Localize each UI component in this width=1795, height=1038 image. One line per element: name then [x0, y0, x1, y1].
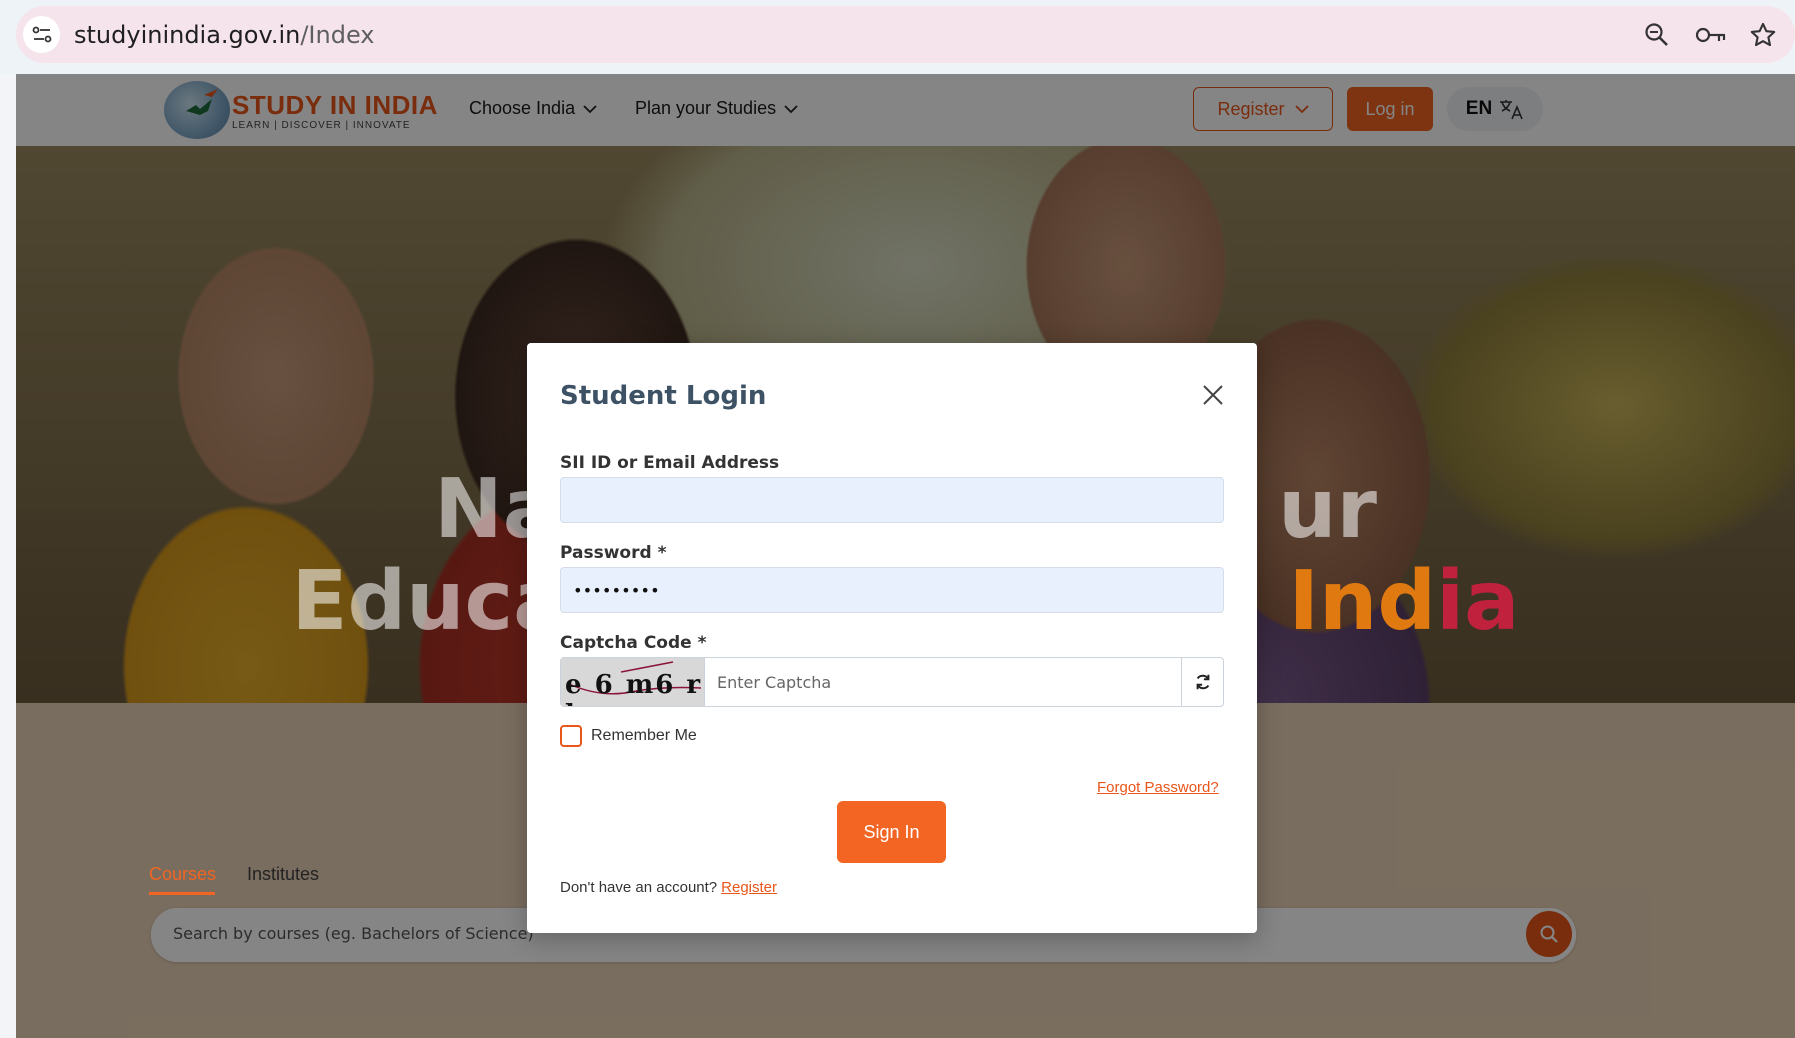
tab-courses[interactable]: Courses	[149, 864, 216, 885]
captcha-field-label: Captcha Code *	[560, 633, 707, 653]
no-account-prompt: Don't have an account? Register	[560, 879, 778, 896]
zoom-icon[interactable]	[1640, 18, 1674, 52]
register-link[interactable]: Register	[721, 879, 777, 896]
forgot-password-link[interactable]: Forgot Password?	[1097, 779, 1219, 796]
url-text[interactable]: studyinindia.gov.in/Index	[74, 21, 374, 49]
captcha-row: e 6 m6 r h	[560, 657, 1224, 707]
search-button[interactable]	[1526, 911, 1572, 957]
address-bar[interactable]: studyinindia.gov.in/Index	[16, 6, 1795, 63]
search-icon	[1540, 925, 1558, 943]
refresh-captcha-button[interactable]	[1181, 658, 1223, 706]
active-tab-indicator	[149, 892, 215, 895]
modal-title: Student Login	[560, 381, 767, 411]
id-field-label: SII ID or Email Address	[560, 453, 780, 473]
password-field-label: Password *	[560, 543, 667, 563]
page-viewport: Na ur Educa India STUDY IN INDIA LEARN | D…	[16, 74, 1795, 1038]
password-key-icon[interactable]	[1694, 18, 1728, 52]
captcha-input[interactable]	[705, 658, 1181, 706]
modal-backdrop-header[interactable]	[16, 74, 1795, 146]
close-icon[interactable]	[1199, 381, 1227, 409]
id-email-field[interactable]	[560, 477, 1224, 523]
tab-institutes[interactable]: Institutes	[247, 864, 319, 885]
site-info-icon[interactable]	[23, 16, 60, 53]
password-field[interactable]	[560, 567, 1224, 613]
captcha-image: e 6 m6 r h	[561, 658, 705, 706]
bookmark-star-icon[interactable]	[1746, 18, 1780, 52]
remember-me-checkbox[interactable]	[560, 725, 582, 747]
refresh-icon	[1196, 674, 1209, 690]
browser-toolbar: studyinindia.gov.in/Index	[0, 0, 1795, 74]
remember-me[interactable]: Remember Me	[560, 725, 697, 747]
student-login-modal: Student Login SII ID or Email Address Pa…	[527, 343, 1257, 933]
sign-in-button[interactable]: Sign In	[837, 801, 946, 863]
